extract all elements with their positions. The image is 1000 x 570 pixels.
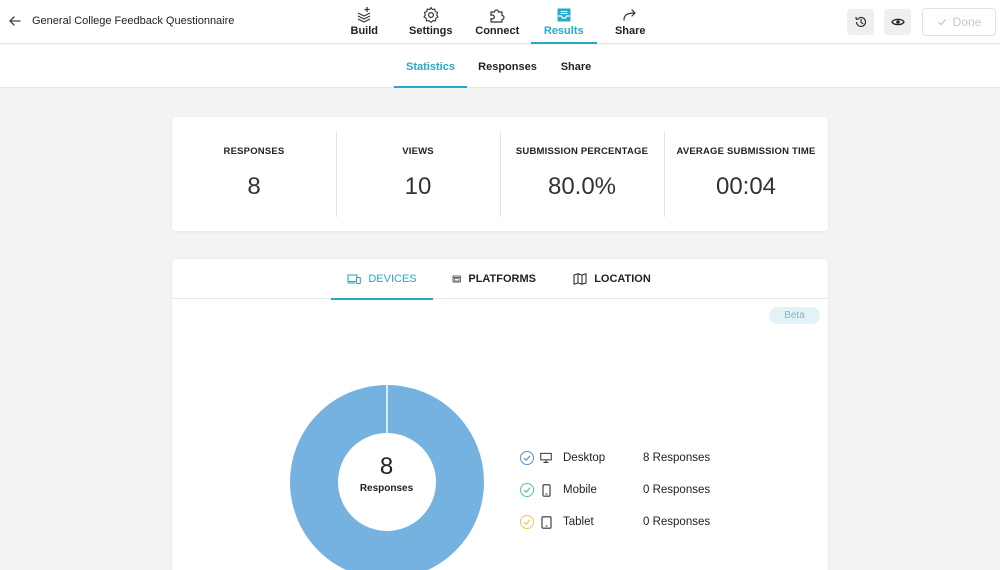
tab-connect[interactable]: Connect [464, 0, 531, 44]
legend-row-tablet[interactable]: Tablet 0 Responses [520, 506, 760, 538]
legend-value: 0 Responses [643, 484, 711, 496]
stat-label: RESPONSES [223, 146, 285, 157]
subtab-responses[interactable]: Responses [476, 45, 539, 88]
share-arrow-icon [623, 9, 636, 21]
stat-value: 80.0% [547, 173, 617, 200]
beta-badge: Beta [769, 307, 820, 324]
stat-value: 00:04 [715, 173, 777, 200]
stat-average-submission-time: AVERAGE SUBMISSION TIME 00:04 [664, 117, 828, 231]
tab-results[interactable]: Results [530, 0, 598, 44]
tablet-icon [540, 515, 552, 529]
legend-name: Tablet [563, 516, 594, 528]
tab-build-label: Build [350, 25, 379, 37]
tab-location-label: LOCATION [594, 273, 651, 285]
tab-devices[interactable]: DEVICES [331, 259, 433, 300]
checked-circle-icon[interactable] [520, 451, 534, 465]
tab-build[interactable]: Build [331, 0, 398, 44]
gear-icon [423, 6, 439, 24]
map-icon [573, 273, 587, 285]
device-tabs: DEVICES PLATFORMS LOCATION [172, 259, 828, 300]
stat-label: VIEWS [402, 146, 434, 157]
inbox-icon [557, 8, 571, 22]
mobile-icon [540, 483, 552, 497]
build-icon [357, 7, 371, 23]
history-icon [854, 16, 866, 28]
donut-count: 8 [379, 453, 394, 480]
legend-row-desktop[interactable]: Desktop 8 Responses [520, 442, 760, 474]
devices-card: DEVICES PLATFORMS LOCATION Beta 8 Respon… [172, 259, 828, 570]
checked-circle-icon[interactable] [520, 515, 534, 529]
stat-responses: RESPONSES 8 [172, 117, 336, 231]
done-label: Done [952, 15, 982, 29]
tab-settings-label: Settings [409, 25, 453, 37]
checked-circle-icon[interactable] [520, 483, 534, 497]
subtab-share[interactable]: Share [556, 45, 596, 88]
results-subtabs: Statistics Responses Share [0, 45, 1000, 88]
desktop-icon [540, 451, 552, 465]
tab-settings[interactable]: Settings [398, 0, 465, 44]
top-bar: General College Feedback Questionnaire B… [0, 0, 1000, 44]
stats-card: RESPONSES 8 VIEWS 10 SUBMISSION PERCENTA… [172, 117, 828, 231]
devices-icon [347, 274, 362, 285]
tab-platforms[interactable]: PLATFORMS [452, 259, 536, 299]
tab-results-label: Results [543, 25, 584, 37]
stat-value: 10 [404, 173, 432, 200]
tab-share-label: Share [614, 25, 646, 37]
eye-icon [890, 18, 905, 26]
form-title: General College Feedback Questionnaire [32, 15, 235, 27]
stat-submission-percentage: SUBMISSION PERCENTAGE 80.0% [500, 117, 664, 231]
stat-value: 8 [247, 173, 261, 200]
check-icon [937, 19, 946, 26]
tab-share[interactable]: Share [597, 0, 664, 44]
tab-connect-label: Connect [475, 25, 520, 37]
puzzle-icon [490, 9, 505, 23]
back-arrow-icon[interactable] [6, 12, 24, 30]
legend-value: 8 Responses [643, 452, 711, 464]
legend-name: Mobile [563, 484, 597, 496]
legend-value: 0 Responses [643, 516, 711, 528]
main-tabs: Build Settings Connect Results Share [331, 0, 664, 44]
stat-views: VIEWS 10 [336, 117, 500, 231]
tab-location[interactable]: LOCATION [573, 259, 651, 299]
tab-platforms-label: PLATFORMS [468, 273, 536, 285]
stat-label: SUBMISSION PERCENTAGE [515, 146, 649, 157]
platforms-icon [452, 275, 461, 283]
history-button[interactable] [847, 9, 874, 35]
donut-center: 8 Responses [329, 453, 444, 495]
done-button[interactable]: Done [922, 8, 996, 36]
subtab-statistics[interactable]: Statistics [394, 45, 467, 88]
stat-label: AVERAGE SUBMISSION TIME [676, 146, 816, 157]
donut-label: Responses [359, 483, 414, 494]
device-legend: Desktop 8 Responses Mobile 0 Responses T… [520, 442, 760, 538]
tab-devices-label: DEVICES [368, 273, 417, 285]
legend-name: Desktop [563, 452, 606, 464]
preview-button[interactable] [884, 9, 911, 35]
legend-row-mobile[interactable]: Mobile 0 Responses [520, 474, 760, 506]
